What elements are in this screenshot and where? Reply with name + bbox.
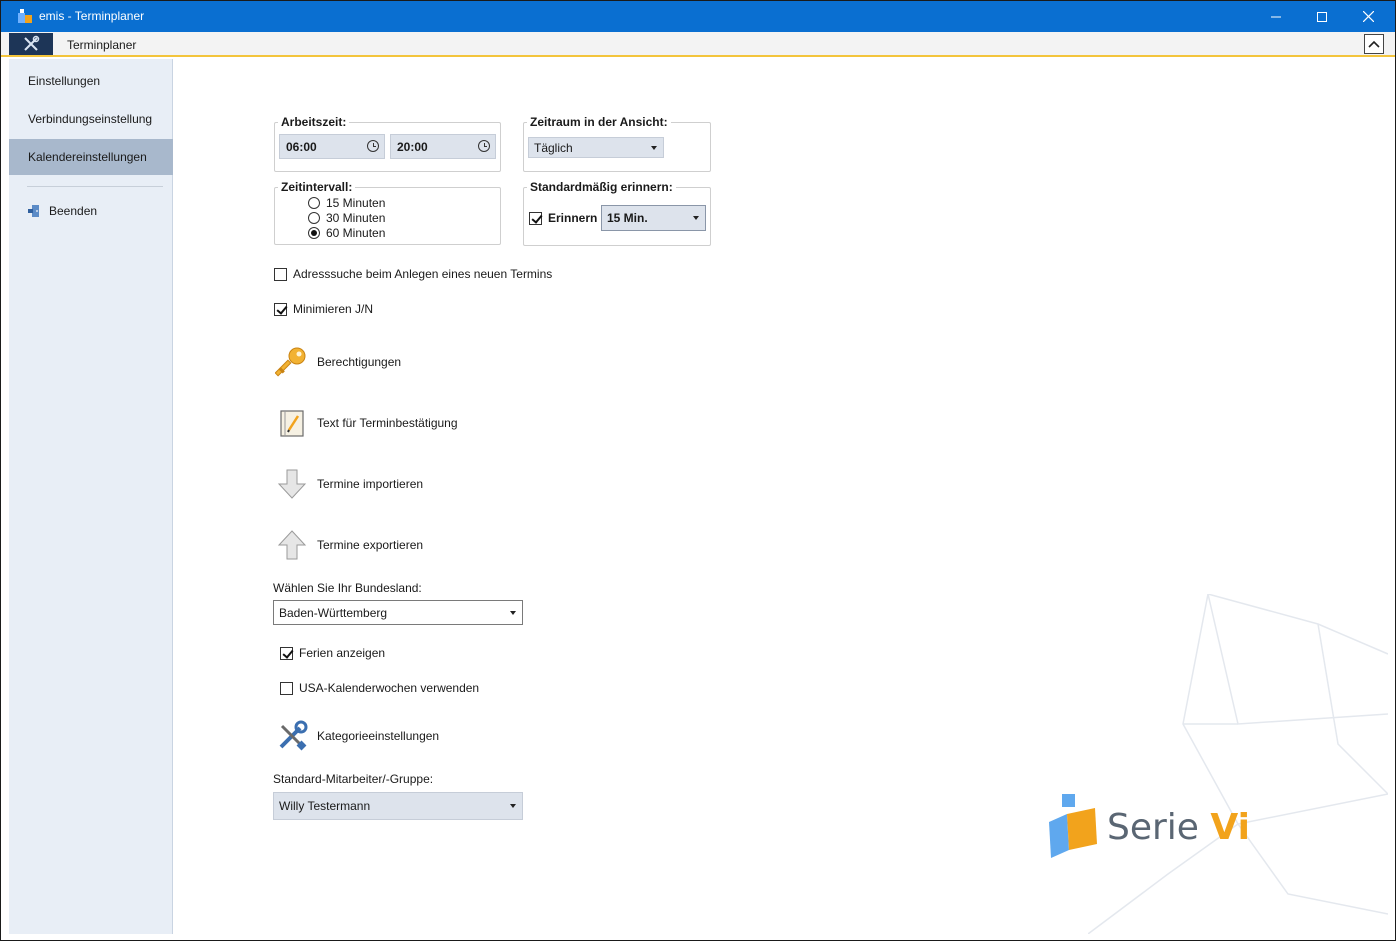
berechtigungen-label: Berechtigungen — [317, 355, 402, 369]
sidebar-item-kalendereinstellungen[interactable]: Kalendereinstellungen — [9, 139, 173, 175]
kategorieeinstellungen-label: Kategorieeinstellungen — [317, 729, 440, 743]
checkbox[interactable] — [529, 211, 542, 225]
terminbestaetigung-text-button[interactable]: Text für Terminbestätigung — [275, 406, 458, 440]
minimize-button[interactable] — [1253, 1, 1299, 32]
application-menu-button[interactable] — [9, 33, 53, 55]
radio-label: 60 Minuten — [326, 226, 386, 240]
mitarbeiter-dropdown[interactable]: Willy Testermann — [273, 792, 523, 820]
zeitraum-dropdown[interactable]: Täglich — [528, 137, 664, 158]
radio-label: 30 Minuten — [326, 211, 386, 225]
radio-30-minuten[interactable]: 30 Minuten — [308, 211, 385, 225]
checkbox[interactable] — [280, 681, 293, 695]
background-decoration — [1088, 594, 1388, 934]
erinnern-label: Erinnern — [548, 211, 598, 225]
emis-app-icon — [18, 9, 32, 23]
minimize-icon — [1271, 16, 1281, 17]
erinnern-time-dropdown[interactable]: 15 Min. — [601, 205, 706, 231]
close-button[interactable] — [1345, 1, 1391, 32]
bundesland-dropdown[interactable]: Baden-Württemberg — [273, 600, 523, 625]
dropdown-arrow-icon — [693, 216, 699, 220]
end-time-value: 20:00 — [397, 139, 428, 154]
berechtigungen-button[interactable]: Berechtigungen — [275, 345, 401, 379]
adresssuche-checkbox[interactable]: Adresssuche beim Anlegen eines neuen Ter… — [274, 267, 552, 281]
maximize-button[interactable] — [1299, 1, 1345, 32]
sidebar-item-label: Verbindungseinstellung — [28, 112, 153, 126]
terminbestaetigung-label: Text für Terminbestätigung — [317, 416, 458, 430]
tools-icon — [24, 35, 40, 51]
brand-accent: Vi — [1210, 806, 1250, 848]
zeitintervall-label: Zeitintervall: — [278, 180, 356, 194]
calendar-settings-panel: Arbeitszeit: 06:00 20:00 Zeitraum in der… — [174, 59, 1388, 934]
window-title: emis - Terminplaner — [39, 9, 145, 23]
usa-kalenderwochen-label: USA-Kalenderwochen verwenden — [299, 681, 480, 695]
radio-15-minuten[interactable]: 15 Minuten — [308, 196, 385, 210]
termine-importieren-button[interactable]: Termine importieren — [275, 467, 423, 501]
bundesland-label: Wählen Sie Ihr Bundesland: — [273, 581, 422, 595]
tab-terminplaner[interactable]: Terminplaner — [67, 38, 136, 52]
radio-button[interactable] — [308, 197, 320, 209]
dropdown-arrow-icon — [510, 610, 516, 615]
zeitraum-label: Zeitraum in der Ansicht: — [527, 115, 671, 129]
serie-vi-logo: Serie Vi — [1047, 792, 1250, 862]
exit-door-icon — [28, 205, 39, 217]
checkbox[interactable] — [274, 267, 287, 281]
serie-vi-logo-icon — [1049, 794, 1097, 858]
erinnern-group-label: Standardmäßig erinnern: — [527, 180, 676, 194]
erinnern-value: 15 Min. — [607, 211, 648, 225]
clock-icon — [478, 140, 490, 152]
sidebar-item-einstellungen[interactable]: Einstellungen — [9, 63, 173, 99]
adresssuche-label: Adresssuche beim Anlegen eines neuen Ter… — [293, 267, 553, 281]
radio-button[interactable] — [308, 227, 320, 239]
maximize-icon — [1317, 11, 1327, 22]
notepad-icon — [275, 406, 309, 440]
importieren-label: Termine importieren — [317, 477, 424, 491]
sidebar-divider — [27, 186, 163, 187]
arrow-up-icon — [275, 528, 309, 562]
close-icon — [1362, 11, 1374, 22]
arrow-down-icon — [275, 467, 309, 501]
exit-label: Beenden — [49, 204, 98, 218]
radio-label: 15 Minuten — [326, 196, 386, 210]
bundesland-value: Baden-Württemberg — [279, 605, 388, 620]
sidebar-item-label: Einstellungen — [28, 74, 101, 88]
brand-text: Serie — [1107, 806, 1199, 848]
app-window: emis - Terminplaner Terminplaner Einstel… — [0, 0, 1396, 941]
exportieren-label: Termine exportieren — [317, 538, 424, 552]
mitarbeiter-value: Willy Testermann — [279, 799, 371, 813]
clock-icon — [367, 140, 379, 152]
erinnern-checkbox[interactable]: Erinnern — [529, 211, 597, 225]
ribbon-bar: Terminplaner — [1, 32, 1395, 57]
checkbox[interactable] — [280, 646, 293, 660]
start-time-picker[interactable]: 06:00 — [279, 134, 385, 159]
sidebar: Einstellungen Verbindungseinstellung Kal… — [9, 59, 173, 934]
wrench-screwdriver-icon — [275, 719, 309, 753]
exit-button[interactable]: Beenden — [27, 204, 97, 218]
ribbon-collapse-button[interactable] — [1364, 34, 1384, 54]
radio-60-minuten[interactable]: 60 Minuten — [308, 226, 385, 240]
key-icon — [275, 345, 309, 379]
start-time-value: 06:00 — [286, 139, 317, 154]
title-bar: emis - Terminplaner — [1, 1, 1395, 32]
termine-exportieren-button[interactable]: Termine exportieren — [275, 528, 423, 562]
mitarbeiter-label: Standard-Mitarbeiter/-Gruppe: — [273, 772, 434, 786]
zeitraum-value: Täglich — [534, 140, 573, 155]
kategorieeinstellungen-button[interactable]: Kategorieeinstellungen — [275, 719, 439, 753]
end-time-picker[interactable]: 20:00 — [390, 134, 496, 159]
minimieren-label: Minimieren J/N — [293, 302, 374, 316]
ferien-checkbox[interactable]: Ferien anzeigen — [280, 646, 385, 660]
dropdown-arrow-icon — [510, 804, 516, 808]
dropdown-arrow-icon — [651, 145, 657, 150]
minimieren-checkbox[interactable]: Minimieren J/N — [274, 302, 373, 316]
arbeitszeit-label: Arbeitszeit: — [278, 115, 350, 129]
radio-button[interactable] — [308, 212, 320, 224]
chevron-up-icon — [1368, 40, 1380, 48]
ferien-label: Ferien anzeigen — [299, 646, 386, 660]
sidebar-item-label: Kalendereinstellungen — [28, 150, 147, 164]
sidebar-item-verbindungseinstellung[interactable]: Verbindungseinstellung — [9, 101, 173, 137]
checkbox[interactable] — [274, 302, 287, 316]
usa-kalenderwochen-checkbox[interactable]: USA-Kalenderwochen verwenden — [280, 681, 479, 695]
serie-vi-wordmark: Serie Vi — [1107, 807, 1250, 848]
